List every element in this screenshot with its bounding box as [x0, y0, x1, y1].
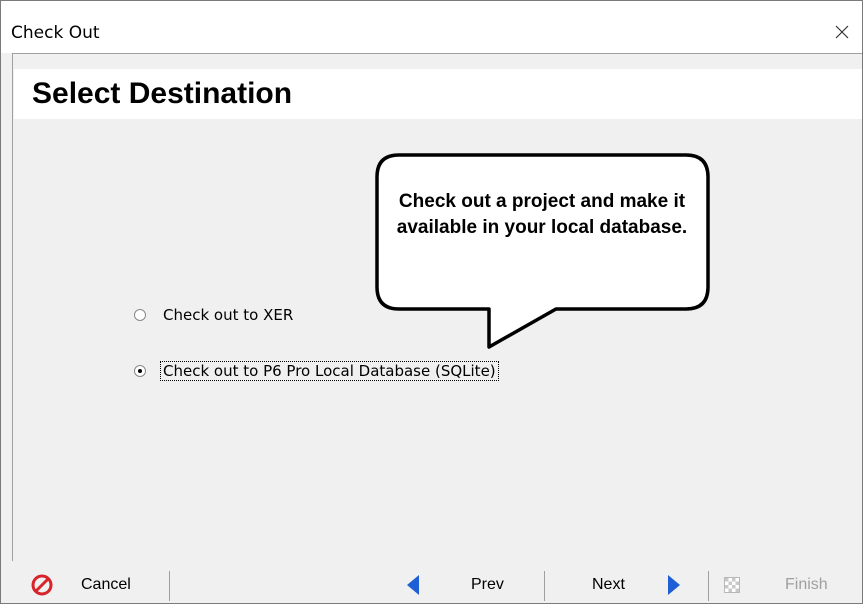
- radio-xer[interactable]: [134, 309, 146, 321]
- radio-selected-dot: [138, 369, 142, 373]
- separator: [544, 571, 545, 601]
- prev-button[interactable]: Prev: [406, 567, 504, 603]
- next-button-label: Next: [592, 576, 625, 593]
- next-button[interactable]: Next: [592, 567, 681, 603]
- callout-text: Check out a project and make it availabl…: [396, 191, 688, 238]
- cancel-button[interactable]: Cancel: [31, 567, 131, 603]
- cancel-button-label: Cancel: [81, 576, 131, 593]
- separator: [169, 571, 170, 601]
- prev-arrow-icon: [407, 575, 419, 595]
- finish-flag-icon: [724, 577, 740, 593]
- option-check-out-to-xer[interactable]: Check out to XER: [134, 306, 295, 324]
- close-icon: [835, 25, 849, 39]
- close-button[interactable]: [822, 15, 862, 49]
- check-out-dialog: Check Out Select Destination Check out a…: [0, 0, 863, 604]
- next-arrow-icon: [667, 575, 680, 595]
- radio-local-db[interactable]: [134, 365, 146, 377]
- finish-button[interactable]: Finish: [724, 567, 828, 603]
- page-title: Select Destination: [32, 77, 293, 110]
- finish-button-label: Finish: [785, 576, 828, 593]
- option-local-db-label: Check out to P6 Pro Local Database (SQLi…: [160, 361, 499, 381]
- window-title: Check Out: [11, 23, 100, 43]
- callout-bubble: [375, 153, 710, 349]
- cancel-icon: [31, 574, 53, 596]
- separator: [708, 571, 709, 601]
- option-xer-label: Check out to XER: [163, 306, 294, 324]
- option-check-out-to-local-db[interactable]: Check out to P6 Pro Local Database (SQLi…: [134, 361, 499, 381]
- prev-button-label: Prev: [471, 576, 504, 593]
- title-bar: Check Out: [1, 1, 862, 53]
